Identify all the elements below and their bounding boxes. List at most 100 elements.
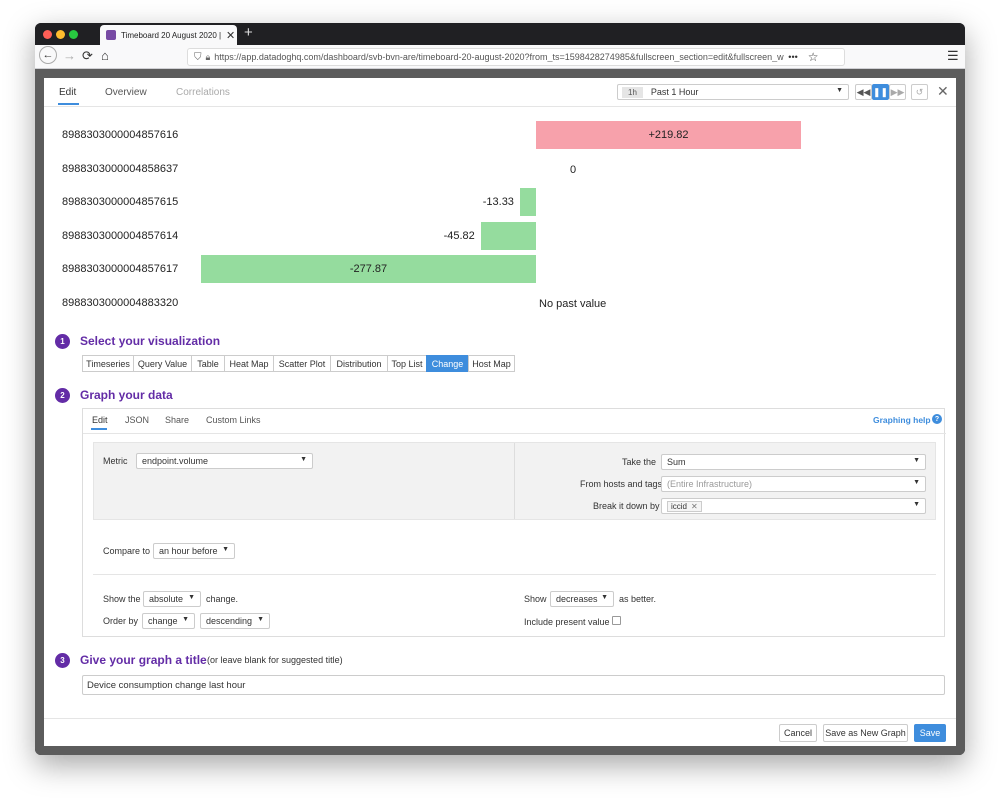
tab-correlations[interactable]: Correlations xyxy=(176,87,230,98)
metric-value: endpoint.volume xyxy=(142,456,209,466)
reload-icon[interactable]: ⟳ xyxy=(82,48,93,64)
page-actions-icon[interactable]: ••• xyxy=(788,52,797,62)
visualization-tabs: Timeseries Query Value Table Heat Map Sc… xyxy=(82,355,582,372)
compare-to-value: an hour before xyxy=(159,546,218,556)
options-divider xyxy=(93,574,936,575)
url-bar[interactable]: ⛉ 🔒︎ https://app.datadoghq.com/dashboard… xyxy=(187,48,845,66)
minimize-window-button[interactable] xyxy=(56,30,65,39)
chevron-down-icon: ▼ xyxy=(257,616,264,623)
pause-button[interactable]: ❚❚ xyxy=(872,84,889,100)
subtab-share[interactable]: Share xyxy=(165,415,189,425)
step-2-title: Graph your data xyxy=(80,388,173,402)
order-by-select[interactable]: change ▼ xyxy=(142,613,195,629)
tab-close-icon[interactable]: ✕ xyxy=(226,29,235,42)
time-range-picker[interactable]: 1h Past 1 Hour ▼ xyxy=(617,84,849,100)
vis-tab-query-value[interactable]: Query Value xyxy=(133,355,192,372)
lock-icon: 🔒︎ xyxy=(205,51,211,62)
from-hosts-label: From hosts and tags xyxy=(580,479,663,489)
step-2-badge: 2 xyxy=(55,388,70,403)
graph-title-input[interactable]: Device consumption change last hour xyxy=(82,675,945,695)
browser-window: Timeboard 20 August 2020 | Da ✕ + ← → ⟳ … xyxy=(35,23,965,755)
browser-tab[interactable]: Timeboard 20 August 2020 | Da ✕ xyxy=(100,25,237,45)
chart-row-label: 8988303000004858637 xyxy=(62,162,179,175)
save-button[interactable]: Save xyxy=(914,724,946,742)
breakdown-select[interactable]: iccid ✕ ▼ xyxy=(661,498,926,514)
vis-tab-scatter-plot[interactable]: Scatter Plot xyxy=(273,355,331,372)
tab-edit[interactable]: Edit xyxy=(59,87,76,98)
chart-bar xyxy=(519,188,536,216)
vis-tab-top-list[interactable]: Top List xyxy=(387,355,427,372)
as-better-suffix: as better. xyxy=(619,594,657,604)
graph-title-value: Device consumption change last hour xyxy=(87,679,246,691)
vis-tab-change[interactable]: Change xyxy=(426,355,469,372)
order-by-value: change xyxy=(148,616,178,626)
chart-row-label: 8988303000004857617 xyxy=(62,263,179,275)
chevron-down-icon: ▼ xyxy=(913,501,920,508)
new-tab-button[interactable]: + xyxy=(244,24,253,41)
step-1-badge: 1 xyxy=(55,334,70,349)
chart-value-label: -13.33 xyxy=(482,196,514,208)
hosts-tags-input[interactable]: (Entire Infrastructure) ▼ xyxy=(661,476,926,492)
order-direction-select[interactable]: descending ▼ xyxy=(200,613,270,629)
vis-tab-heat-map[interactable]: Heat Map xyxy=(224,355,274,372)
aggregation-select[interactable]: Sum ▼ xyxy=(661,454,926,470)
vis-tab-distribution[interactable]: Distribution xyxy=(330,355,388,372)
reset-button[interactable]: ↺ xyxy=(911,84,928,100)
hamburger-menu-icon[interactable]: ☰ xyxy=(947,48,959,64)
pause-icon: ❚❚ xyxy=(872,86,889,97)
rewind-icon: ◀◀ xyxy=(856,86,871,97)
vis-tab-table[interactable]: Table xyxy=(191,355,225,372)
include-present-checkbox[interactable] xyxy=(612,616,621,625)
tab-overview[interactable]: Overview xyxy=(105,87,147,98)
subtab-edit[interactable]: Edit xyxy=(92,415,108,425)
subtab-custom-links[interactable]: Custom Links xyxy=(206,415,261,425)
remove-tag-icon[interactable]: ✕ xyxy=(691,502,698,511)
better-direction-select[interactable]: decreases ▼ xyxy=(550,591,614,607)
vis-tab-timeseries[interactable]: Timeseries xyxy=(82,355,134,372)
subtab-divider xyxy=(83,433,946,434)
better-direction-value: decreases xyxy=(556,594,598,604)
screen: Timeboard 20 August 2020 | Da ✕ + ← → ⟳ … xyxy=(0,0,1000,802)
rewind-button[interactable]: ◀◀ xyxy=(855,84,872,100)
modal-header: Edit Overview Correlations 1h Past 1 Hou… xyxy=(44,78,956,107)
graph-editor-modal: Edit Overview Correlations 1h Past 1 Hou… xyxy=(44,78,956,746)
take-the-label: Take the xyxy=(622,457,657,467)
hosts-tags-placeholder: (Entire Infrastructure) xyxy=(667,479,753,489)
chevron-down-icon: ▼ xyxy=(222,546,229,553)
show-better-label: Show xyxy=(524,594,547,604)
break-down-label: Break it down by xyxy=(593,501,660,511)
close-window-button[interactable] xyxy=(43,30,52,39)
chevron-down-icon: ▼ xyxy=(913,457,920,464)
chart-value-label: -277.87 xyxy=(349,263,388,275)
chevron-down-icon: ▼ xyxy=(601,594,608,601)
home-icon[interactable]: ⌂ xyxy=(101,48,109,63)
query-row: Metric endpoint.volume ▼ Take the Sum ▼ … xyxy=(93,442,936,520)
chevron-down-icon: ▼ xyxy=(188,594,195,601)
bookmark-star-icon[interactable]: ☆ xyxy=(808,50,819,64)
show-the-label: Show the xyxy=(103,594,141,604)
fast-forward-button[interactable]: ▶▶ xyxy=(889,84,906,100)
save-as-new-graph-button[interactable]: Save as New Graph xyxy=(823,724,908,742)
back-arrow-icon[interactable]: ← xyxy=(39,46,57,64)
forward-arrow-icon[interactable]: → xyxy=(63,48,76,63)
metric-label: Metric xyxy=(103,456,128,466)
tab-title: Timeboard 20 August 2020 | Da xyxy=(121,30,221,40)
metric-select[interactable]: endpoint.volume ▼ xyxy=(136,453,313,469)
maximize-window-button[interactable] xyxy=(69,30,78,39)
chart-row-label: 8988303000004857616 xyxy=(62,129,179,141)
subtab-json[interactable]: JSON xyxy=(125,415,149,425)
help-question-icon[interactable]: ? xyxy=(932,414,942,424)
compare-to-select[interactable]: an hour before ▼ xyxy=(153,543,235,559)
close-modal-icon[interactable]: ✕ xyxy=(937,83,949,100)
step-3-badge: 3 xyxy=(55,653,70,668)
change-type-select[interactable]: absolute ▼ xyxy=(143,591,201,607)
graphing-help-link[interactable]: Graphing help xyxy=(873,415,931,425)
url-text: https://app.datadoghq.com/dashboard/svb-… xyxy=(214,52,785,62)
chart-value-label: +219.82 xyxy=(648,129,689,141)
chart-bar: +219.82 xyxy=(536,121,801,149)
chart-row-label: 8988303000004857615 xyxy=(62,196,179,208)
vis-tab-host-map[interactable]: Host Map xyxy=(468,355,515,372)
chart-bar: -277.87 xyxy=(201,255,536,283)
compare-to-label: Compare to xyxy=(103,546,151,556)
cancel-button[interactable]: Cancel xyxy=(779,724,817,742)
